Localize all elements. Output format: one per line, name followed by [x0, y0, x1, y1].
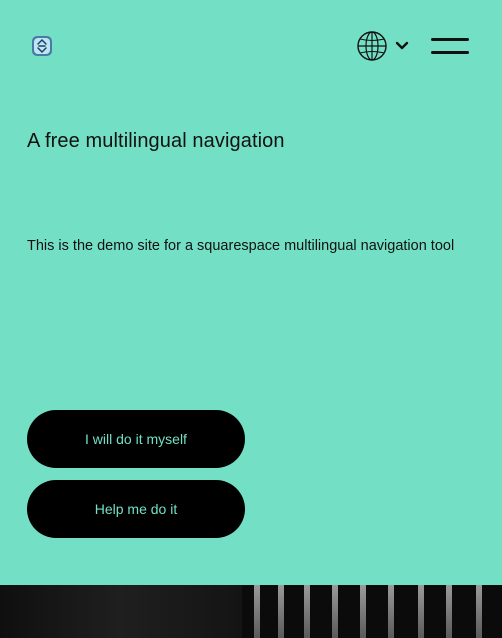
site-header [0, 0, 502, 92]
hamburger-menu-icon[interactable] [431, 36, 469, 56]
page-title: A free multilingual navigation [27, 130, 285, 152]
hero-bar [476, 585, 482, 638]
hero-image-right [242, 585, 502, 638]
hero-bar [332, 585, 338, 638]
hero-bar [304, 585, 310, 638]
menu-line-top [431, 38, 469, 41]
hero-bar [418, 585, 424, 638]
hero-bar [254, 585, 260, 638]
help-me-button[interactable]: Help me do it [27, 480, 245, 538]
hero-bar [360, 585, 366, 638]
hero-image [0, 585, 502, 638]
hero-bar [446, 585, 452, 638]
hero-image-left [0, 585, 242, 638]
menu-line-bottom [431, 51, 469, 54]
globe-icon [357, 31, 387, 61]
squarespace-logo-icon[interactable] [31, 35, 53, 57]
hero-bar [388, 585, 394, 638]
do-it-myself-button[interactable]: I will do it myself [27, 410, 245, 468]
language-selector[interactable] [356, 30, 414, 62]
chevron-down-icon [395, 41, 409, 50]
page-description: This is the demo site for a squarespace … [27, 238, 455, 254]
hero-bar [278, 585, 284, 638]
